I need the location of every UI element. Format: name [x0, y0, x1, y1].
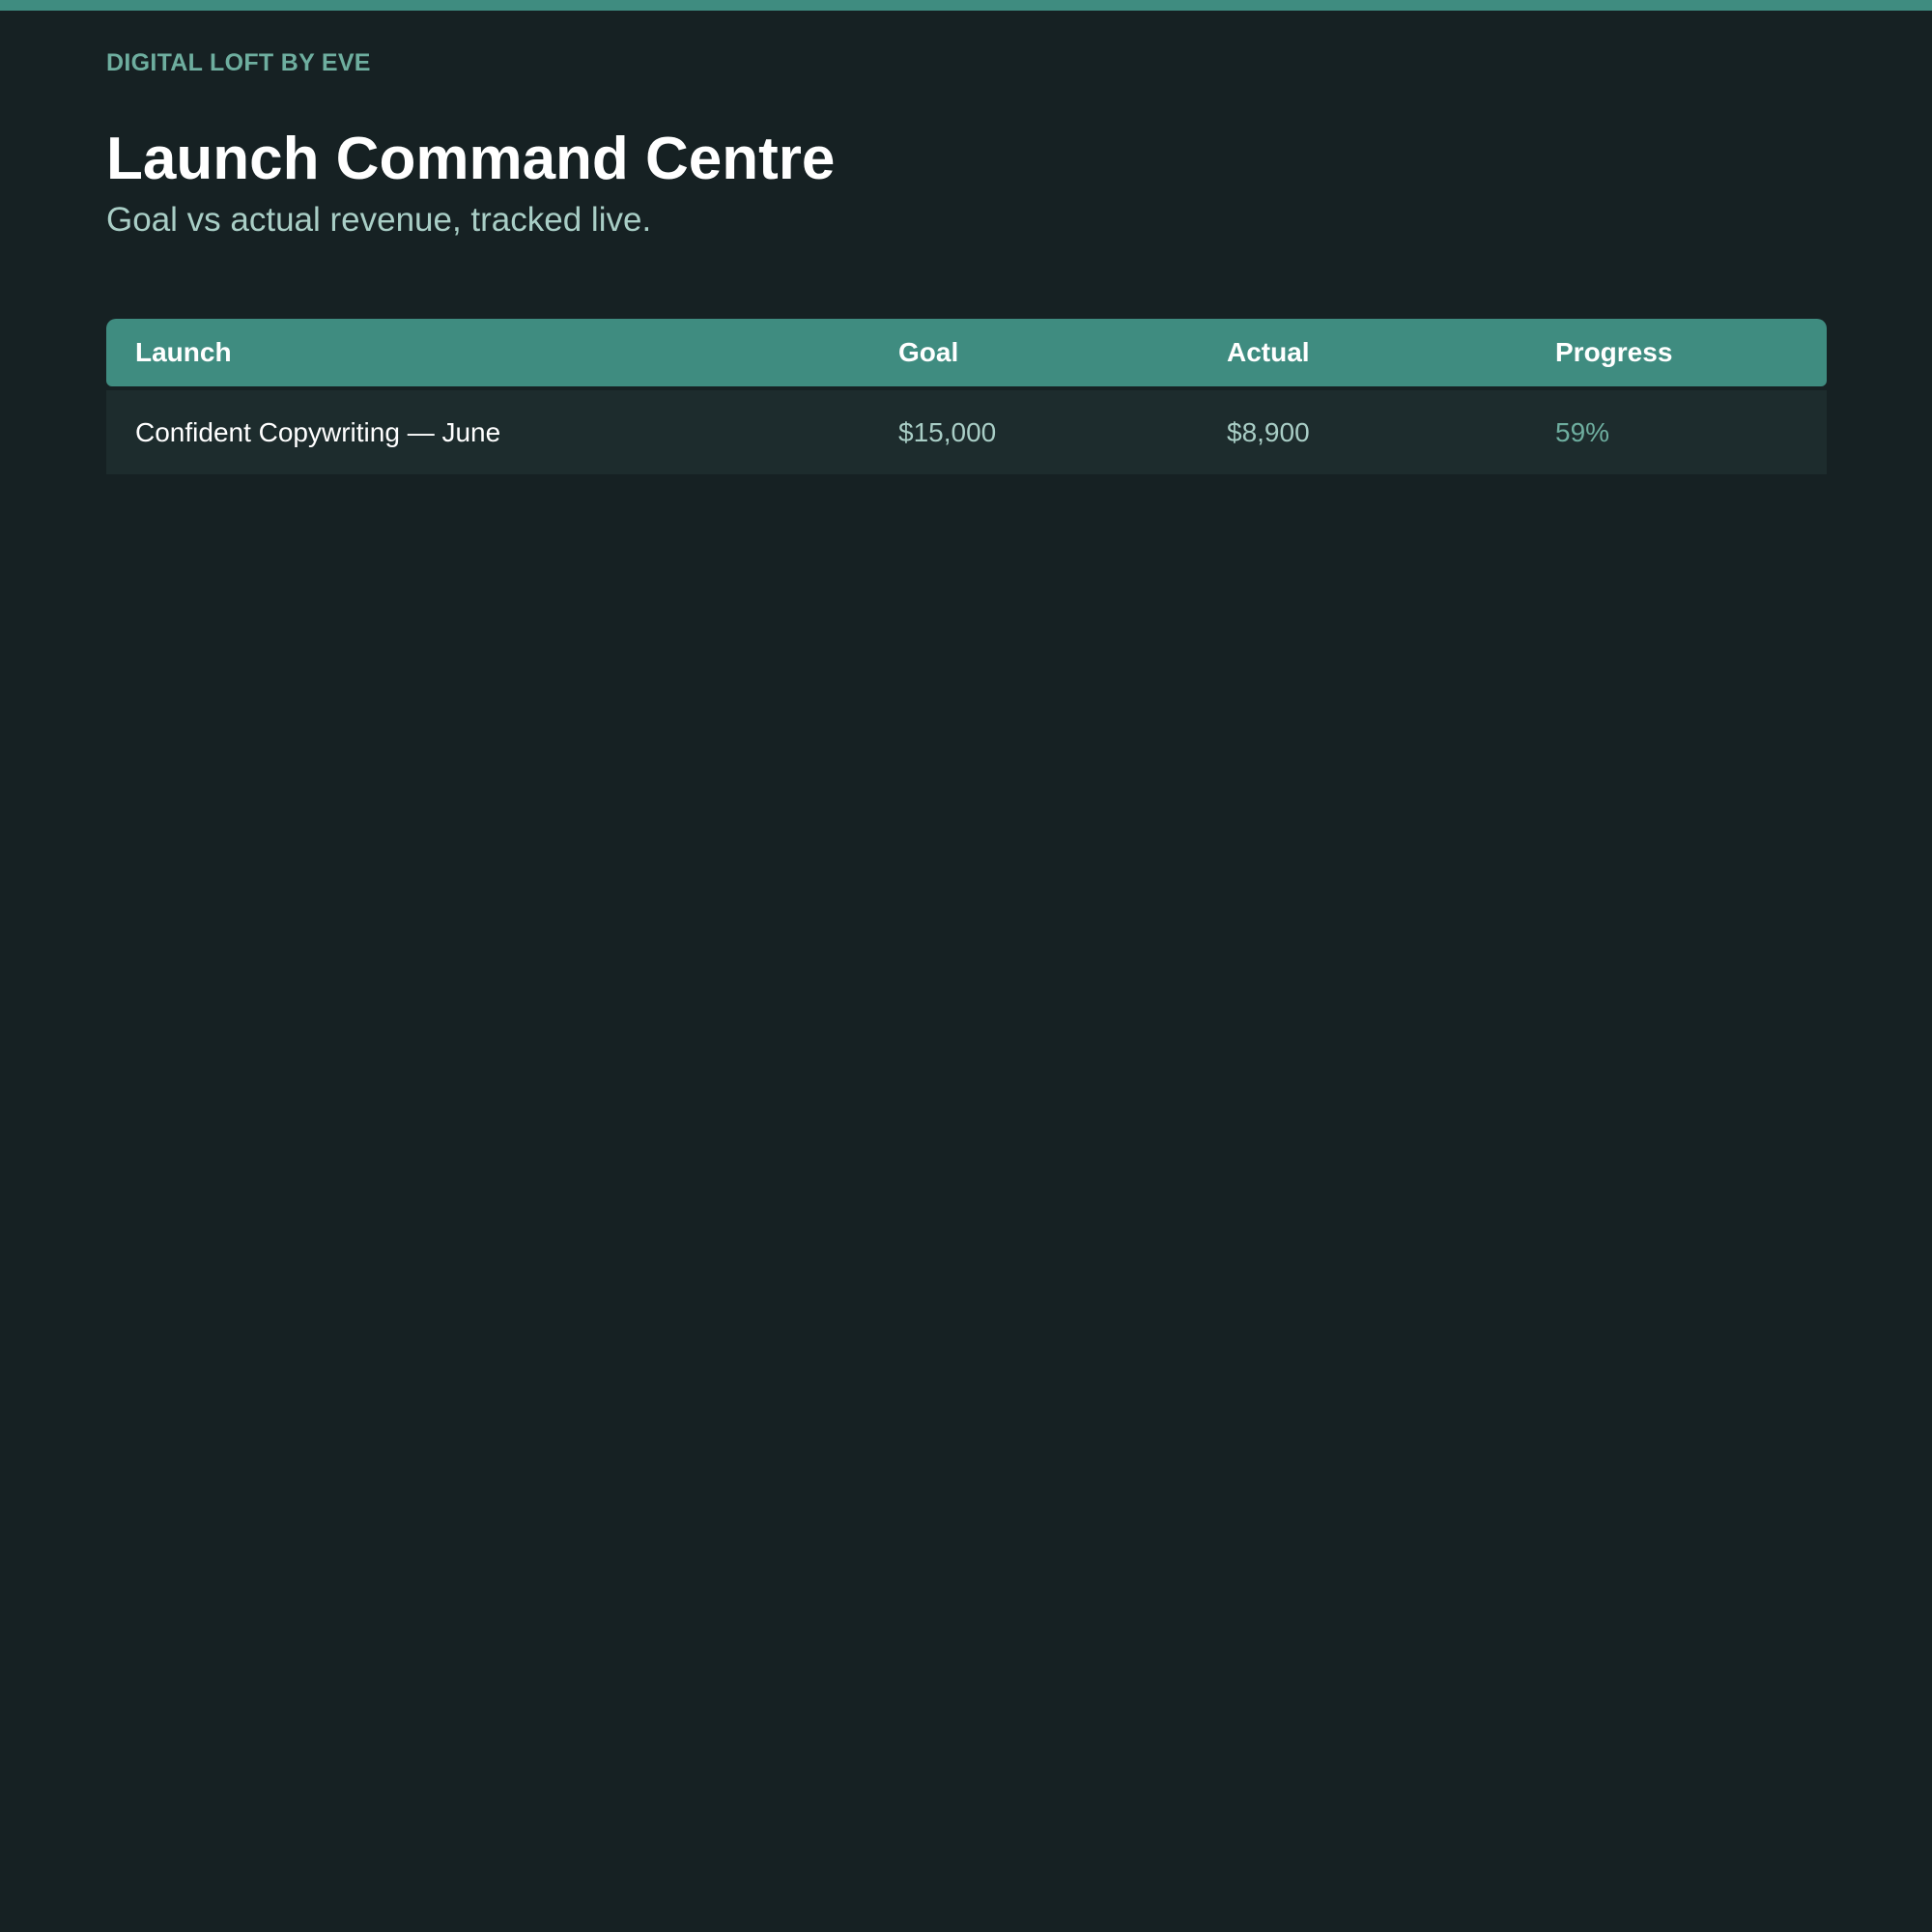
column-header-launch: Launch: [135, 337, 232, 367]
cell-progress: 59%: [1555, 416, 1610, 447]
table-row: Confident Copywriting — June $15,000 $8,…: [106, 390, 1827, 474]
column-header-actual: Actual: [1227, 337, 1310, 367]
cell-actual: $8,900: [1227, 416, 1310, 447]
column-header-goal: Goal: [898, 337, 959, 367]
column-header-progress: Progress: [1555, 337, 1673, 367]
launch-table: Launch Goal Actual Progress Confident Co…: [106, 319, 1827, 474]
table-header-row: Launch Goal Actual Progress: [106, 319, 1827, 386]
cell-goal: $15,000: [898, 416, 997, 447]
brand-name: DIGITAL LOFT BY EVE: [106, 49, 371, 76]
page-subtitle: Goal vs actual revenue, tracked live.: [106, 201, 652, 239]
page-title: Launch Command Centre: [106, 126, 836, 192]
top-accent-stripe: [0, 0, 1932, 11]
cell-launch: Confident Copywriting — June: [135, 416, 501, 447]
